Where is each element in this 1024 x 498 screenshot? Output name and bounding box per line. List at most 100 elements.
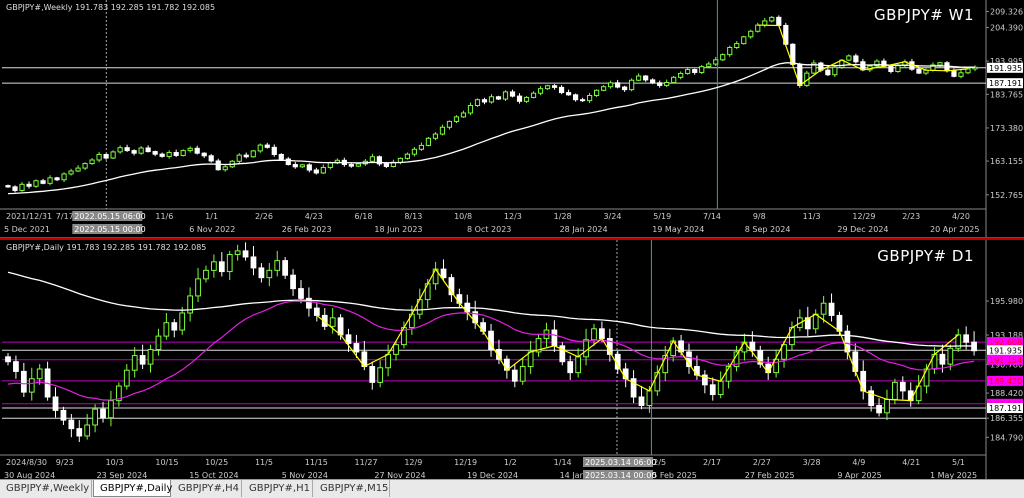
candle-body bbox=[329, 317, 336, 327]
daily-chart-panel[interactable]: 195.980 193.188 190.780 188.420 186.355 184.7… bbox=[0, 238, 1024, 481]
price-label: 191.935 bbox=[989, 64, 1022, 73]
x-tick-label: 10/3 bbox=[106, 458, 124, 467]
weekly-chart-panel[interactable]: 209.326 204.390 193.995 183.765 173.380 163.1… bbox=[0, 0, 1024, 238]
candle-body bbox=[467, 105, 474, 114]
candle-body bbox=[82, 163, 88, 169]
candle-body bbox=[671, 76, 677, 84]
candle-body bbox=[383, 163, 389, 167]
candle-body bbox=[699, 66, 705, 73]
candle-body bbox=[123, 369, 130, 387]
x-tick-label: 7/17 bbox=[56, 212, 74, 221]
x-tick-label: 11/5 bbox=[255, 458, 273, 467]
x-tick-label: 1/2 bbox=[504, 458, 517, 467]
y-tick-label: 195.980 bbox=[990, 297, 1023, 306]
candle-body bbox=[825, 69, 831, 76]
candle-body bbox=[762, 20, 768, 26]
candle-body bbox=[147, 349, 154, 365]
candle-body bbox=[488, 96, 495, 103]
candle-body bbox=[951, 70, 957, 77]
candle-body bbox=[393, 344, 399, 355]
candle-body bbox=[583, 339, 589, 358]
candle-body bbox=[369, 366, 376, 383]
x-date-label: 8 Sep 2024 bbox=[745, 225, 791, 234]
candle-body bbox=[208, 155, 214, 162]
tab-daily[interactable]: GBPJPY#,Daily bbox=[93, 480, 172, 497]
x-tick-label: 1/14 bbox=[554, 458, 572, 467]
candle-body bbox=[179, 312, 186, 331]
tab-weekly[interactable]: GBPJPY#,Weekly bbox=[0, 480, 92, 497]
x-tick-label: 2/27 bbox=[753, 458, 771, 467]
candle-body bbox=[440, 268, 447, 279]
candle-body bbox=[290, 274, 296, 290]
candle-body bbox=[327, 162, 333, 168]
candle-body bbox=[650, 79, 656, 84]
candle-body bbox=[820, 302, 827, 315]
candle-body bbox=[575, 356, 582, 374]
candle-body bbox=[60, 409, 67, 421]
x-date-label: 29 Dec 2024 bbox=[837, 225, 888, 234]
candle-body bbox=[572, 94, 579, 101]
candle-body bbox=[194, 147, 200, 154]
candle-body bbox=[844, 330, 851, 353]
y-tick-label: 152.765 bbox=[990, 191, 1023, 200]
candle-body bbox=[622, 368, 629, 380]
candle-body bbox=[899, 381, 906, 392]
candle-body bbox=[727, 46, 733, 56]
weekly-chart-title: GBPJPY# W1 bbox=[874, 6, 974, 24]
candle-body bbox=[519, 366, 526, 382]
y-tick-label: 184.790 bbox=[990, 433, 1023, 442]
candle-body bbox=[166, 152, 172, 157]
candle-body bbox=[131, 355, 138, 371]
x-tick-label: 1/1 bbox=[205, 212, 218, 221]
candle-body bbox=[776, 16, 782, 26]
candle-body bbox=[264, 144, 270, 148]
candle-body bbox=[411, 148, 418, 155]
x-tick-label: 4/20 bbox=[952, 212, 970, 221]
candle-body bbox=[108, 400, 114, 419]
candle-body bbox=[888, 65, 894, 72]
candle-body bbox=[579, 99, 586, 102]
candle-body bbox=[250, 256, 257, 269]
candle-body bbox=[460, 112, 467, 118]
candle-body bbox=[720, 54, 726, 61]
candle-body bbox=[963, 334, 970, 343]
y-tick-label: 188.420 bbox=[990, 389, 1023, 398]
candle-body bbox=[258, 267, 265, 279]
candle-body bbox=[664, 82, 670, 86]
candle-body bbox=[28, 378, 35, 393]
candle-body bbox=[171, 322, 178, 331]
candle-body bbox=[278, 153, 284, 160]
candle-body bbox=[769, 16, 775, 22]
candle-body bbox=[76, 428, 83, 437]
x-tick-label: 5/19 bbox=[653, 212, 671, 221]
daily-chart[interactable]: 195.980193.188190.780188.420186.355184.7… bbox=[0, 240, 1024, 481]
candle-body bbox=[947, 347, 954, 365]
candle-body bbox=[40, 180, 46, 184]
candle-body bbox=[923, 368, 930, 387]
x-tick-label: 9/8 bbox=[753, 212, 766, 221]
candle-body bbox=[54, 177, 60, 181]
tab-m15[interactable]: GBPJPY#,M15 bbox=[314, 480, 390, 497]
x-tick-label: 11/15 bbox=[305, 458, 328, 467]
candle-body bbox=[537, 88, 544, 94]
candle-body bbox=[657, 82, 663, 86]
candle-body bbox=[298, 288, 304, 299]
candle-body bbox=[19, 183, 25, 191]
candle-body bbox=[271, 146, 277, 155]
candle-body bbox=[643, 75, 649, 81]
zigzag-indicator-line bbox=[757, 24, 969, 87]
candle-body bbox=[47, 177, 53, 184]
price-label: 191.935 bbox=[989, 346, 1022, 355]
candle-body bbox=[320, 166, 326, 174]
candle-body bbox=[5, 185, 11, 188]
candle-body bbox=[187, 147, 193, 152]
weekly-chart[interactable]: 209.326204.390193.995183.765173.380163.1… bbox=[0, 0, 1024, 237]
tab-h4[interactable]: GBPJPY#,H4 bbox=[172, 480, 242, 497]
price-label: 187.191 bbox=[989, 404, 1022, 413]
crosshair-label: 2022.05.15 06:00 bbox=[74, 212, 145, 221]
x-tick-label: 2021/12/31 bbox=[6, 212, 52, 221]
candle-body bbox=[439, 126, 446, 135]
candle-body bbox=[432, 133, 439, 139]
tab-h1[interactable]: GBPJPY#,H1 bbox=[243, 480, 313, 497]
daily-chart-title: GBPJPY# D1 bbox=[877, 247, 974, 265]
